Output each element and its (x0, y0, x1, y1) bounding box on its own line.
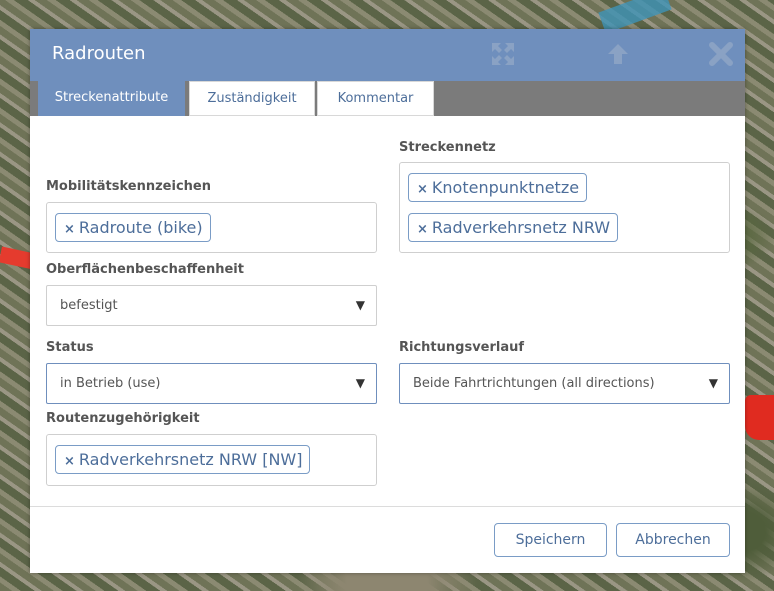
tag-remove-icon[interactable]: × (417, 222, 428, 237)
form-content: Streckennetz × Knotenpunktnetze × Radverke… (30, 116, 745, 506)
map-route-segment (745, 395, 774, 440)
tag-radroute-bike[interactable]: × Radroute (bike) (55, 213, 211, 242)
tab-kommentar[interactable]: Kommentar (317, 81, 434, 116)
expand-icon[interactable] (490, 41, 516, 67)
routenzugehoerigkeit-label: Routenzugehörigkeit (46, 411, 200, 426)
routenzugehoerigkeit-tag-input[interactable]: × Radverkehrsnetz NRW [NW] (46, 434, 377, 486)
tag-remove-icon[interactable]: × (417, 182, 428, 197)
status-select[interactable]: in Betrieb (use) ▼ (46, 363, 377, 404)
select-value: in Betrieb (use) (60, 376, 161, 391)
tag-knotenpunktnetze[interactable]: × Knotenpunktnetze (408, 173, 588, 202)
footer-divider (30, 506, 745, 507)
richtungsverlauf-select[interactable]: Beide Fahrtrichtungen (all directions) ▼ (399, 363, 730, 404)
status-label: Status (46, 340, 94, 355)
oberflaechenbeschaffenheit-label: Oberflächenbeschaffenheit (46, 262, 244, 277)
dialog-titlebar[interactable]: Radrouten (30, 29, 745, 81)
tag-radverkehrsnetz-nrw-nw[interactable]: × Radverkehrsnetz NRW [NW] (55, 445, 311, 474)
cancel-button[interactable]: Abbrechen (616, 523, 730, 557)
radrouten-dialog: Radrouten Streckenattribute Zuständigkei… (30, 29, 745, 573)
richtungsverlauf-label: Richtungsverlauf (399, 340, 525, 355)
tab-streckenattribute[interactable]: Streckenattribute (38, 81, 185, 116)
tab-zustaendigkeit[interactable]: Zuständigkeit (189, 81, 315, 116)
tab-bar: Streckenattribute Zuständigkeit Kommenta… (30, 81, 745, 116)
tag-label: Radroute (bike) (78, 218, 203, 237)
select-value: befestigt (60, 298, 118, 313)
tag-remove-icon[interactable]: × (64, 222, 75, 237)
streckennetz-tag-input[interactable]: × Knotenpunktnetze × Radverkehrsnetz NRW (399, 162, 730, 253)
chevron-down-icon: ▼ (708, 376, 718, 390)
tag-label: Radverkehrsnetz NRW [NW] (78, 450, 303, 469)
mobilitaetskennzeichen-label: Mobilitätskennzeichen (46, 179, 211, 194)
mobilitaetskennzeichen-tag-input[interactable]: × Radroute (bike) (46, 202, 377, 253)
select-value: Beide Fahrtrichtungen (all directions) (413, 376, 655, 391)
chevron-down-icon: ▼ (355, 376, 365, 390)
tag-label: Radverkehrsnetz NRW (431, 218, 611, 237)
tag-label: Knotenpunktnetze (431, 178, 580, 197)
tag-radverkehrsnetz-nrw[interactable]: × Radverkehrsnetz NRW (408, 213, 619, 242)
dialog-title: Radrouten (52, 43, 146, 64)
tag-remove-icon[interactable]: × (64, 454, 75, 469)
oberflaechenbeschaffenheit-select[interactable]: befestigt ▼ (46, 285, 377, 326)
streckennetz-label: Streckennetz (399, 140, 496, 155)
close-icon[interactable] (708, 41, 734, 67)
save-button[interactable]: Speichern (494, 523, 607, 557)
chevron-down-icon: ▼ (355, 298, 365, 312)
arrow-up-icon[interactable] (605, 41, 631, 67)
